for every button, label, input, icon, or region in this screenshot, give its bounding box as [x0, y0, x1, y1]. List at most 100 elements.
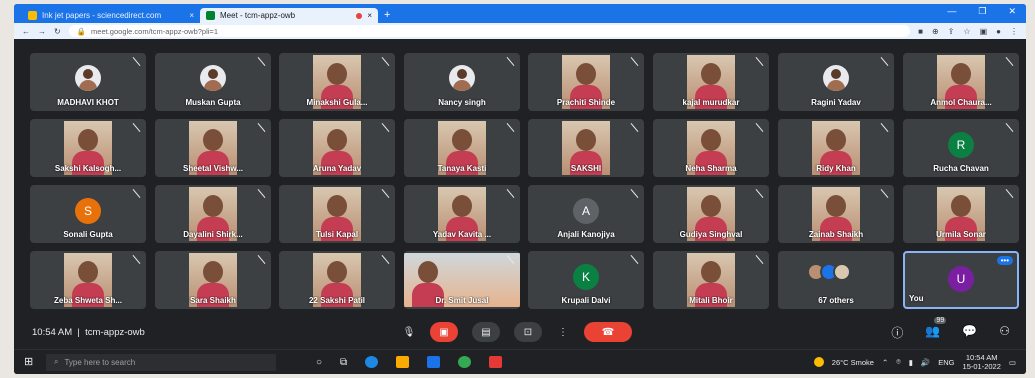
participant-tile-ridy-khan[interactable]: Ridy Khan — [778, 119, 894, 177]
tab-close-icon[interactable]: × — [189, 11, 194, 20]
tab-meet[interactable]: Meet - tcm-appz-owb × — [200, 8, 378, 23]
participant-tile-minakshi-gula[interactable]: Minakshi Gula... — [279, 53, 395, 111]
network-icon[interactable]: ⌾ — [896, 357, 901, 367]
participant-tile-dr-smit-jusal[interactable]: Dr. Smit Jusal — [404, 251, 520, 309]
edge-icon[interactable] — [365, 356, 379, 368]
others-tile[interactable]: 67 others — [778, 251, 894, 309]
participant-tile-anjali-kanojiya[interactable]: A Anjali Kanojiya — [528, 185, 644, 243]
leave-call-button[interactable]: ☎ — [584, 322, 632, 342]
participant-tile-sonali-gupta[interactable]: S Sonali Gupta — [30, 185, 146, 243]
participant-tile-madhavi-khot[interactable]: MADHAVI KHOT — [30, 53, 146, 111]
participant-tile-zainab-shaikh[interactable]: Zainab Shaikh — [778, 185, 894, 243]
participant-tile-ragini-yadav[interactable]: Ragini Yadav — [778, 53, 894, 111]
tab-close-icon[interactable]: × — [367, 11, 372, 20]
camera-indicator-icon[interactable]: ■ — [918, 27, 923, 36]
url-text: meet.google.com/tcm-appz-owb?pli=1 — [91, 26, 218, 36]
store-icon[interactable] — [427, 356, 441, 368]
participant-name: kajal murudkar — [682, 98, 740, 107]
clock-time: 10:54 AM — [965, 353, 998, 362]
menu-icon[interactable]: ⋮ — [1010, 27, 1018, 36]
more-options-icon[interactable]: ••• — [996, 256, 1013, 265]
participant-name: Aruna Yadav — [312, 164, 362, 173]
extension-icon[interactable]: ▣ — [980, 27, 988, 36]
people-icon[interactable]: 👥 99 — [925, 316, 947, 341]
mic-muted-icon — [506, 57, 515, 66]
avatar — [75, 65, 101, 91]
present-button[interactable]: ⊡ — [514, 322, 542, 342]
back-icon[interactable]: ← — [22, 27, 30, 36]
participant-name: Neha Sharma — [685, 164, 737, 173]
meet-control-bar: 10:54 AM | tcm-appz-owb 🎙 ▣ ▤ ⊡ ⋮ ☎ ⓘ 👥 9… — [14, 316, 1026, 347]
meet-app-icon[interactable] — [489, 356, 503, 368]
participant-tile-22-sakshi-patil[interactable]: 22 Sakshi Patil — [279, 251, 395, 309]
info-icon[interactable]: ⓘ — [891, 324, 903, 341]
participant-tile-urmila-sonar[interactable]: Urmila Sonar — [903, 185, 1019, 243]
participant-tile-sakshi[interactable]: SAKSHI — [528, 119, 644, 177]
recording-dot-icon — [356, 12, 363, 19]
bookmark-star-icon[interactable]: ☆ — [963, 27, 970, 36]
volume-icon[interactable]: 🔊 — [921, 358, 930, 367]
reload-icon[interactable]: ↻ — [54, 27, 61, 36]
tray-overflow-icon[interactable]: ⌃ — [882, 358, 888, 367]
participant-name: Yadav Kavita ... — [432, 230, 492, 239]
participant-tile-dayalini-shirk[interactable]: Dayalini Shirk... — [155, 185, 271, 243]
file-explorer-icon[interactable] — [396, 356, 410, 368]
participant-tile-mitali-bhoir[interactable]: Mitali Bhoir — [653, 251, 769, 309]
participant-tile-tanaya-kasti[interactable]: Tanaya Kasti — [404, 119, 520, 177]
mic-muted-icon — [381, 189, 390, 198]
weather-text[interactable]: 26°C Smoke — [832, 358, 874, 367]
minimize-icon[interactable]: — — [947, 6, 956, 17]
cortana-icon[interactable]: ○ — [316, 357, 322, 368]
forward-icon[interactable]: → — [38, 27, 46, 36]
chat-icon[interactable]: 💬 — [962, 324, 977, 341]
new-tab-button[interactable]: + — [384, 9, 390, 21]
toolbar-icons: ■ ⊕ ⇪ ☆ ▣ ● ⋮ — [918, 27, 1018, 36]
mic-muted-icon — [506, 123, 515, 132]
activities-icon[interactable]: ⚇ — [999, 324, 1010, 341]
mic-muted-icon[interactable]: 🎙 — [402, 322, 416, 342]
captions-button[interactable]: ▤ — [472, 322, 500, 342]
participant-tile-nancy-singh[interactable]: Nancy singh — [404, 53, 520, 111]
battery-icon[interactable]: ▮ — [909, 358, 913, 367]
participant-name: Rucha Chavan — [933, 164, 989, 173]
participant-tile-gudiya-singhval[interactable]: Gudiya Singhval — [653, 185, 769, 243]
participant-name: SAKSHI — [570, 164, 602, 173]
participant-tile-sara-shaikh[interactable]: Sara Shaikh — [155, 251, 271, 309]
zoom-icon[interactable]: ⊕ — [932, 27, 939, 36]
participant-tile-aruna-yadav[interactable]: Aruna Yadav — [279, 119, 395, 177]
mic-muted-icon — [506, 255, 515, 264]
participant-tile-sheetal-vishw[interactable]: Sheetal Vishw... — [155, 119, 271, 177]
tab-sciencedirect[interactable]: Ink jet papers - sciencedirect.com × — [22, 8, 200, 23]
taskbar-search-box[interactable]: ⌕ Type here to search — [46, 353, 276, 371]
participant-tile-prachiti-shinde[interactable]: Prachiti Shinde — [528, 53, 644, 111]
maximize-icon[interactable]: ❐ — [978, 6, 986, 17]
profile-icon[interactable]: ● — [996, 27, 1001, 36]
task-view-icon[interactable]: ⧉ — [340, 357, 347, 368]
url-field[interactable]: 🔒 meet.google.com/tcm-appz-owb?pli=1 — [68, 25, 911, 37]
participant-tile-anmol-chaura[interactable]: Anmol Chaura... — [903, 53, 1019, 111]
participant-tile-rucha-chavan[interactable]: R Rucha Chavan — [903, 119, 1019, 177]
share-icon[interactable]: ⇪ — [948, 27, 955, 36]
close-window-icon[interactable]: ✕ — [1008, 6, 1016, 17]
participant-name: Mitali Bhoir — [689, 296, 733, 305]
participant-tile-yadav-kavita[interactable]: Yadav Kavita ... — [404, 185, 520, 243]
more-options-icon[interactable]: ⋮ — [556, 322, 570, 342]
clock[interactable]: 10:54 AM 15-01-2022 — [963, 353, 1001, 371]
participant-tile-kajal-murudkar[interactable]: kajal murudkar — [653, 53, 769, 111]
meeting-time: 10:54 AM — [32, 326, 73, 338]
participant-tile-krupali-dalvi[interactable]: K Krupali Dalvi — [528, 251, 644, 309]
participant-name: Ridy Khan — [816, 164, 856, 173]
mic-muted-icon — [381, 123, 390, 132]
participant-tile-zeba-shweta-sh[interactable]: Zeba Shweta Sh... — [30, 251, 146, 309]
participant-tile-sakshi-kalsogh[interactable]: Sakshi Kalsogh... — [30, 119, 146, 177]
participant-name: Sheetal Vishw... — [182, 164, 244, 173]
chrome-icon[interactable] — [458, 356, 472, 368]
windows-start-icon[interactable]: ⊞ — [24, 356, 36, 368]
camera-off-button[interactable]: ▣ — [430, 322, 458, 342]
participant-tile-muskan-gupta[interactable]: Muskan Gupta — [155, 53, 271, 111]
lang-indicator[interactable]: ENG — [938, 358, 954, 367]
participant-tile-neha-sharma[interactable]: Neha Sharma — [653, 119, 769, 177]
notifications-icon[interactable]: ▭ — [1009, 358, 1016, 367]
participant-tile-you[interactable]: U ••• You — [903, 251, 1019, 309]
participant-tile-tulsi-kapal[interactable]: Tulsi Kapal — [279, 185, 395, 243]
